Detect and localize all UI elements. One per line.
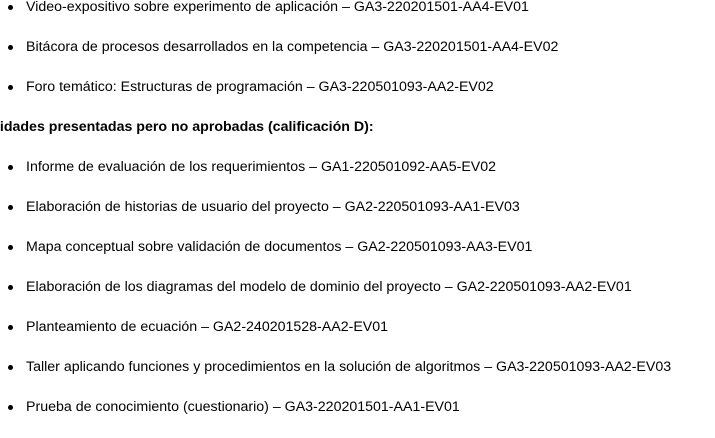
list-item-text: Informe de evaluación de los requerimien… [26,159,497,175]
bullet-icon [8,365,13,370]
list-item-text: Foro temático: Estructuras de programaci… [26,79,494,95]
bullet-icon [8,5,13,10]
list-item-text: Elaboración de historias de usuario del … [26,199,520,215]
list-item-text: Video-expositivo sobre experimento de ap… [26,0,529,15]
document-page: Video-expositivo sobre experimento de ap… [0,0,715,438]
bullet-icon [8,285,13,290]
list-item-text: Prueba de conocimiento (cuestionario) – … [26,399,460,415]
section-heading: vidades presentadas pero no aprobadas (c… [0,119,374,135]
list-item-text: Bitácora de procesos desarrollados en la… [26,39,559,55]
bullet-icon [8,165,13,170]
bullet-icon [8,205,13,210]
list-item-text: Elaboración de los diagramas del modelo … [26,279,632,295]
list-item-text: Mapa conceptual sobre validación de docu… [26,239,533,255]
bullet-icon [8,405,13,410]
bullet-icon [8,45,13,50]
bullet-icon [8,245,13,250]
list-item-text: Planteamiento de ecuación – GA2-24020152… [26,319,389,335]
list-item-text: Taller aplicando funciones y procedimien… [26,359,672,375]
bullet-icon [8,85,13,90]
bullet-icon [8,325,13,330]
